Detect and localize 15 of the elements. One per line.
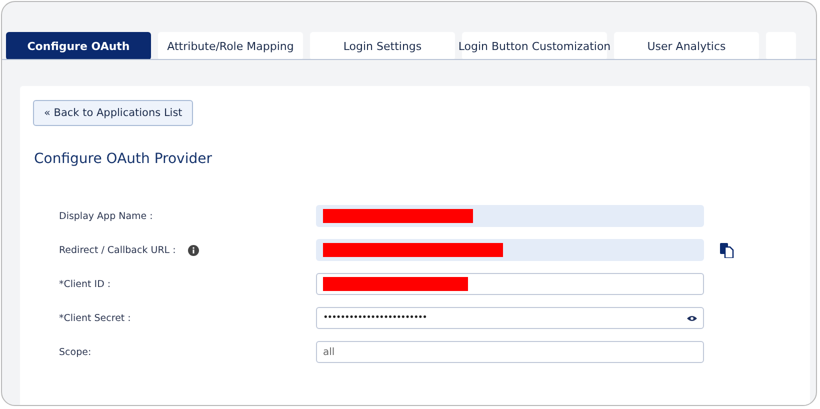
field-label: Scope: — [59, 346, 92, 358]
input-field[interactable] — [316, 273, 704, 295]
back-button[interactable]: « Back to Applications List — [33, 100, 194, 126]
field-label: *Client Secret : — [59, 312, 131, 324]
field-label: Display App Name : — [59, 210, 153, 222]
eye-icon[interactable] — [687, 314, 697, 322]
tab[interactable]: Configure OAuth — [6, 32, 151, 59]
tab[interactable]: Attribute/Role Mapping — [158, 32, 303, 59]
field-label: Redirect / Callback URL : — [59, 244, 176, 256]
section-heading: Configure OAuth Provider — [34, 151, 213, 167]
input-field[interactable]: all — [316, 341, 704, 363]
tab[interactable]: User Analytics — [614, 32, 759, 59]
input-field[interactable]: •••••••••••••••••••••••• — [316, 307, 704, 329]
field-label: *Client ID : — [59, 278, 111, 290]
tab[interactable]: Login Settings — [310, 32, 455, 59]
